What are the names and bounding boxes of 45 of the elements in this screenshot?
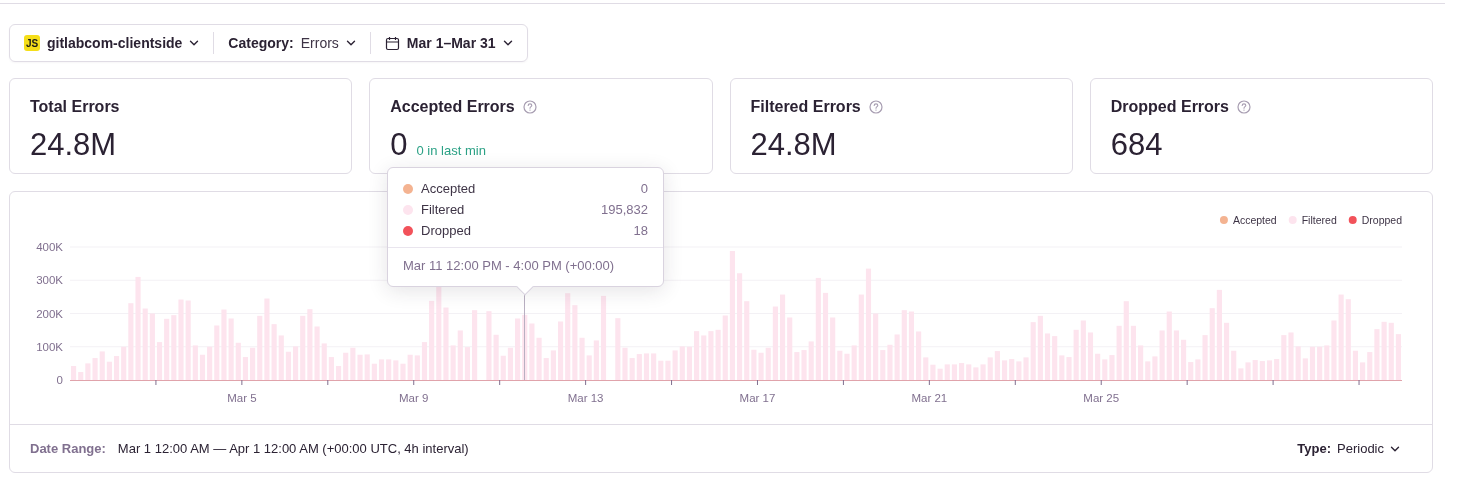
legend-dot xyxy=(1288,216,1297,224)
project-dropdown[interactable]: JS gitlabcom-clientside xyxy=(10,25,214,61)
legend-dot xyxy=(1219,216,1228,224)
x-axis-label: Mar 9 xyxy=(399,392,429,404)
type-dropdown[interactable]: Periodic xyxy=(1337,438,1400,459)
x-axis-label: Mar 5 xyxy=(227,392,257,404)
category-dropdown[interactable]: Category: Errors xyxy=(214,25,370,61)
series-name: Accepted xyxy=(421,179,476,198)
y-axis-label: 200K xyxy=(36,307,63,320)
date-range-text: Mar 1 12:00 AM — Apr 1 12:00 AM (+00:00 UTC, 4h interval) xyxy=(117,440,469,456)
calendar-icon xyxy=(384,35,400,51)
stat-title: Total Errors xyxy=(30,97,120,117)
y-axis-label: 300K xyxy=(36,274,63,287)
stat-note: 0 in last min xyxy=(416,144,486,157)
y-axis-label: 100K xyxy=(36,340,63,353)
stat-value: 0 xyxy=(390,129,408,160)
stat-title: Dropped Errors xyxy=(1110,97,1229,117)
platform-logo: JS xyxy=(24,35,40,51)
series-value: 0 xyxy=(640,179,648,198)
stat-value: 24.8M xyxy=(750,129,837,160)
chevron-down-icon xyxy=(189,38,200,48)
series-value: 195,832 xyxy=(601,200,648,219)
stat-value: 684 xyxy=(1110,129,1163,160)
legend-label: Dropped xyxy=(1361,214,1402,226)
date-range-dropdown[interactable]: Mar 1–Mar 31 xyxy=(370,25,527,61)
x-axis-label: Mar 13 xyxy=(567,392,604,404)
legend-dot xyxy=(1348,216,1357,224)
type-label: Type: xyxy=(1297,439,1332,458)
series-name: Dropped xyxy=(421,221,471,240)
series-name: Filtered xyxy=(421,200,465,219)
stat-title: Filtered Errors xyxy=(750,97,861,117)
chevron-down-icon xyxy=(1390,443,1400,454)
series-value: 18 xyxy=(633,221,648,240)
date-range-label: Date Range: xyxy=(30,440,106,456)
stat-title: Accepted Errors xyxy=(390,97,515,117)
legend-label: Accepted xyxy=(1232,214,1277,226)
y-axis-label: 0 xyxy=(56,374,63,386)
legend-label: Filtered xyxy=(1301,214,1337,226)
chevron-down-icon xyxy=(345,38,356,48)
x-axis-label: Mar 25 xyxy=(1083,392,1120,404)
x-axis-label: Mar 21 xyxy=(911,392,948,404)
y-axis-label: 400K xyxy=(36,241,63,253)
x-axis-label: Mar 17 xyxy=(739,392,776,404)
stat-value: 24.8M xyxy=(30,129,117,160)
chevron-down-icon xyxy=(502,38,513,48)
